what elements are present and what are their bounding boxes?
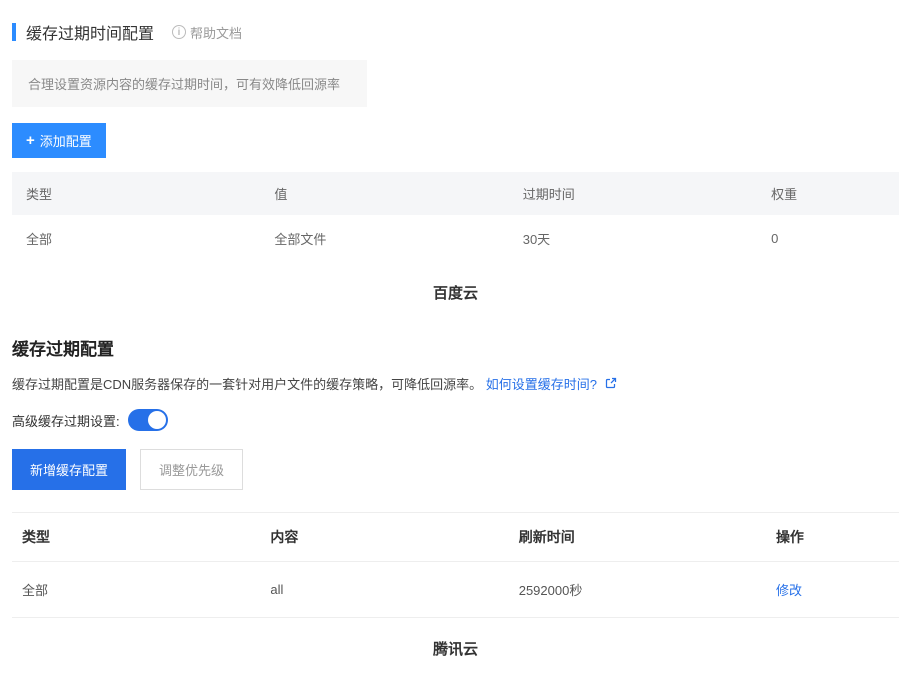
cell-weight: 0 [757, 215, 899, 262]
table-row: 全部 全部文件 30天 0 [12, 215, 899, 262]
cell-type: 全部 [12, 562, 260, 618]
tencent-cloud-section: 缓存过期配置 缓存过期配置是CDN服务器保存的一套针对用户文件的缓存策略，可降低… [0, 327, 911, 630]
cell-type: 全部 [12, 215, 260, 262]
how-to-link[interactable]: 如何设置缓存时间? [486, 377, 617, 392]
col-action: 操作 [766, 513, 899, 562]
external-link-icon [605, 377, 617, 392]
add-config-button[interactable]: + 添加配置 [12, 123, 106, 158]
add-config-label: 添加配置 [40, 131, 92, 150]
modify-link[interactable]: 修改 [776, 583, 802, 598]
caption-baidu: 百度云 [0, 274, 911, 327]
col-type: 类型 [12, 513, 260, 562]
baidu-cloud-section: 缓存过期时间配置 i 帮助文档 合理设置资源内容的缓存过期时间，可有效降低回源率… [0, 0, 911, 274]
toggle-knob [148, 411, 166, 429]
info-banner: 合理设置资源内容的缓存过期时间，可有效降低回源率 [12, 60, 367, 107]
cell-expire: 30天 [509, 215, 757, 262]
col-value: 值 [260, 172, 508, 215]
help-doc-label: 帮助文档 [190, 23, 242, 42]
caption-tencent: 腾讯云 [0, 630, 911, 683]
table-row: 全部 all 2592000秒 修改 [12, 562, 899, 618]
advanced-toggle-row: 高级缓存过期设置: [12, 409, 899, 431]
baidu-cache-table: 类型 值 过期时间 权重 全部 全部文件 30天 0 [12, 172, 899, 262]
col-expire: 过期时间 [509, 172, 757, 215]
adjust-priority-button[interactable]: 调整优先级 [140, 449, 243, 490]
new-cache-config-button[interactable]: 新增缓存配置 [12, 449, 126, 490]
cell-value: 全部文件 [260, 215, 508, 262]
tencent-cache-table: 类型 内容 刷新时间 操作 全部 all 2592000秒 修改 [12, 512, 899, 618]
section2-description: 缓存过期配置是CDN服务器保存的一套针对用户文件的缓存策略，可降低回源率。 如何… [12, 374, 899, 393]
how-to-link-label: 如何设置缓存时间? [486, 377, 597, 392]
section2-title: 缓存过期配置 [12, 335, 899, 360]
info-icon: i [172, 25, 186, 39]
col-weight: 权重 [757, 172, 899, 215]
cell-content: all [260, 562, 508, 618]
cell-refresh: 2592000秒 [509, 562, 766, 618]
col-content: 内容 [260, 513, 508, 562]
desc-text: 缓存过期配置是CDN服务器保存的一套针对用户文件的缓存策略，可降低回源率。 [12, 377, 482, 392]
col-refresh: 刷新时间 [509, 513, 766, 562]
col-type: 类型 [12, 172, 260, 215]
button-row: 新增缓存配置 调整优先级 [12, 449, 899, 490]
section1-title-row: 缓存过期时间配置 i 帮助文档 [12, 20, 899, 44]
table-header-row: 类型 内容 刷新时间 操作 [12, 513, 899, 562]
title-accent-bar [12, 23, 16, 41]
table-header-row: 类型 值 过期时间 权重 [12, 172, 899, 215]
help-doc-link[interactable]: i 帮助文档 [172, 23, 242, 42]
plus-icon: + [26, 132, 35, 149]
advanced-cache-toggle[interactable] [128, 409, 168, 431]
toggle-label: 高级缓存过期设置: [12, 411, 120, 430]
section1-title: 缓存过期时间配置 [26, 20, 154, 44]
